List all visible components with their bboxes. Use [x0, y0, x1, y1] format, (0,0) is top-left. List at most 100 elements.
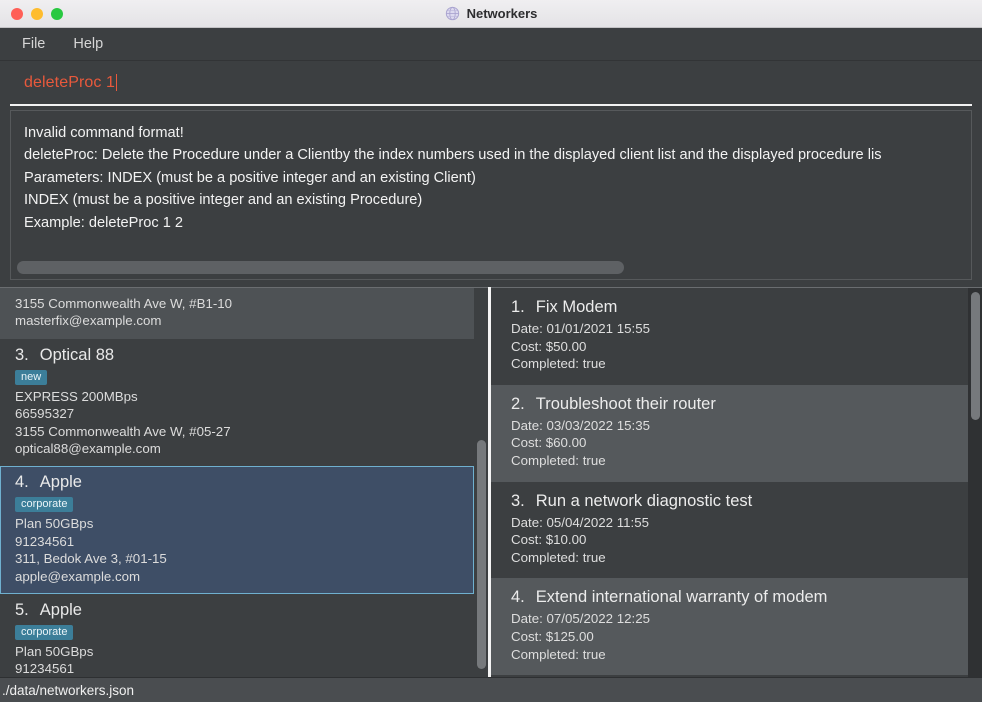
close-window-button[interactable] — [11, 7, 23, 20]
command-input[interactable]: deleteProc 1 — [10, 61, 972, 106]
cost-label: Cost: — [511, 628, 543, 644]
procedure-header: 2. Troubleshoot their router — [511, 395, 968, 414]
cost-value: $50.00 — [545, 338, 587, 354]
procedure-cost: Cost: $50.00 — [511, 338, 968, 356]
procedure-title: Extend international warranty of modem — [535, 588, 828, 607]
procedure-list: 1. Fix Modem Date: 01/01/2021 15:55 Cost… — [491, 288, 968, 677]
menu-file[interactable]: File — [12, 32, 55, 56]
procedure-list-panel: 1. Fix Modem Date: 01/01/2021 15:55 Cost… — [491, 287, 982, 677]
cost-label: Cost: — [511, 532, 543, 548]
statusbar: ./data/networkers.json — [0, 677, 982, 702]
client-phone: 91234561 — [15, 661, 75, 677]
client-tag: new — [15, 369, 48, 385]
procedure-index: 3. — [511, 491, 525, 510]
completed-value: true — [582, 452, 606, 468]
client-tag: corporate — [15, 497, 74, 513]
command-box-wrapper: deleteProc 1 — [0, 61, 982, 106]
cost-label: Cost: — [511, 435, 543, 451]
completed-value: true — [582, 356, 606, 372]
client-email: masterfix@example.com — [15, 313, 162, 329]
result-line: Example: deleteProc 1 2 — [24, 214, 183, 231]
date-value: 01/01/2021 15:55 — [546, 321, 651, 336]
result-line: INDEX (must be a positive integer and an… — [24, 192, 423, 209]
client-name: Apple — [39, 601, 82, 620]
client-header: 3. Optical 88 — [15, 346, 473, 365]
cost-label: Cost: — [511, 338, 543, 354]
procedure-cost: Cost: $60.00 — [511, 434, 968, 452]
procedure-title: Fix Modem — [535, 298, 618, 316]
client-list-scrollbar[interactable] — [474, 288, 488, 677]
procedure-cost: Cost: $10.00 — [511, 531, 968, 549]
cost-value: $60.00 — [545, 435, 587, 451]
list-item[interactable]: 3. Run a network diagnostic test Date: 0… — [491, 481, 968, 579]
list-item[interactable]: 5. Apple corporate Plan 50GBps 91234561 … — [0, 594, 474, 677]
client-plan: Plan 50GBps — [15, 644, 94, 660]
list-item[interactable]: 2. Troubleshoot their router Date: 03/03… — [491, 384, 968, 482]
client-phone: 91234561 — [15, 533, 75, 549]
save-location-path: ./data/networkers.json — [2, 682, 135, 698]
globe-icon — [445, 6, 460, 21]
procedure-index: 2. — [511, 394, 525, 413]
procedure-completed: Completed: true — [511, 355, 968, 373]
client-name: Apple — [39, 473, 82, 492]
client-index: 4. — [15, 473, 29, 492]
client-address: 3155 Commonwealth Ave W, #05-27 — [15, 423, 231, 439]
completed-value: true — [582, 549, 606, 565]
window-titlebar: Networkers — [0, 0, 982, 28]
window-title-group: Networkers — [0, 6, 982, 21]
maximize-window-button[interactable] — [51, 7, 63, 20]
command-input-value: deleteProc 1 — [24, 73, 116, 91]
window-title: Networkers — [466, 6, 538, 21]
client-index: 5. — [15, 601, 29, 620]
client-address: 3155 Commonwealth Ave W, #B1-10 — [15, 296, 233, 311]
client-list-panel: 3155 Commonwealth Ave W, #B1-10 masterfi… — [0, 287, 488, 677]
completed-value: true — [582, 646, 606, 662]
cost-value: $10.00 — [545, 532, 587, 548]
list-item[interactable]: 3155 Commonwealth Ave W, #B1-10 masterfi… — [0, 288, 474, 339]
procedure-completed: Completed: true — [511, 452, 968, 470]
window-controls — [0, 7, 63, 20]
completed-label: Completed: — [511, 452, 579, 468]
client-email: optical88@example.com — [15, 441, 161, 457]
procedure-title: Troubleshoot their router — [535, 394, 716, 413]
minimize-window-button[interactable] — [31, 7, 43, 20]
procedure-header: 4. Extend international warranty of mode… — [511, 588, 968, 607]
text-caret — [116, 74, 118, 91]
main-panes: 3155 Commonwealth Ave W, #B1-10 masterfi… — [0, 287, 982, 677]
date-label: Date: — [511, 321, 543, 336]
procedure-list-scrollbar[interactable] — [968, 288, 982, 677]
result-horizontal-scrollbar[interactable] — [11, 261, 971, 276]
result-horizontal-scrollbar-thumb[interactable] — [17, 261, 624, 274]
procedure-header: 1. Fix Modem — [511, 298, 968, 317]
client-phone: 66595327 — [15, 406, 75, 422]
completed-label: Completed: — [511, 549, 579, 565]
result-line: Invalid command format! — [24, 125, 184, 141]
client-address: 311, Bedok Ave 3, #01-15 — [15, 551, 167, 567]
client-header: 5. Apple — [15, 601, 473, 620]
list-item[interactable]: 4. Extend international warranty of mode… — [491, 578, 968, 676]
client-list: 3155 Commonwealth Ave W, #B1-10 masterfi… — [0, 288, 474, 677]
client-header: 4. Apple — [15, 473, 473, 492]
date-value: 05/04/2022 11:55 — [546, 514, 650, 530]
procedure-cost: Cost: $125.00 — [511, 628, 968, 646]
cost-value: $125.00 — [545, 628, 594, 644]
client-name: Optical 88 — [39, 345, 115, 364]
date-label: Date: — [511, 417, 543, 433]
client-list-scrollbar-thumb[interactable] — [477, 439, 486, 670]
procedure-completed: Completed: true — [511, 646, 968, 664]
list-item[interactable]: 1. Fix Modem Date: 01/01/2021 15:55 Cost… — [491, 288, 968, 385]
completed-label: Completed: — [511, 356, 579, 372]
list-item[interactable]: 3. Optical 88 new EXPRESS 200MBps 665953… — [0, 338, 474, 467]
procedure-date: Date: 05/04/2022 11:55 — [511, 514, 968, 532]
menu-help[interactable]: Help — [63, 32, 113, 56]
procedure-completed: Completed: true — [511, 549, 968, 567]
procedure-title: Run a network diagnostic test — [535, 491, 753, 510]
client-email: apple@example.com — [15, 568, 141, 584]
procedure-list-scrollbar-thumb[interactable] — [971, 291, 980, 421]
result-line: Parameters: INDEX (must be a positive in… — [24, 169, 476, 186]
procedure-date: Date: 01/01/2021 15:55 — [511, 320, 968, 338]
procedure-header: 3. Run a network diagnostic test — [511, 492, 968, 511]
client-plan: EXPRESS 200MBps — [15, 388, 138, 404]
list-item[interactable]: 4. Apple corporate Plan 50GBps 91234561 … — [0, 466, 474, 595]
date-label: Date: — [511, 514, 543, 530]
